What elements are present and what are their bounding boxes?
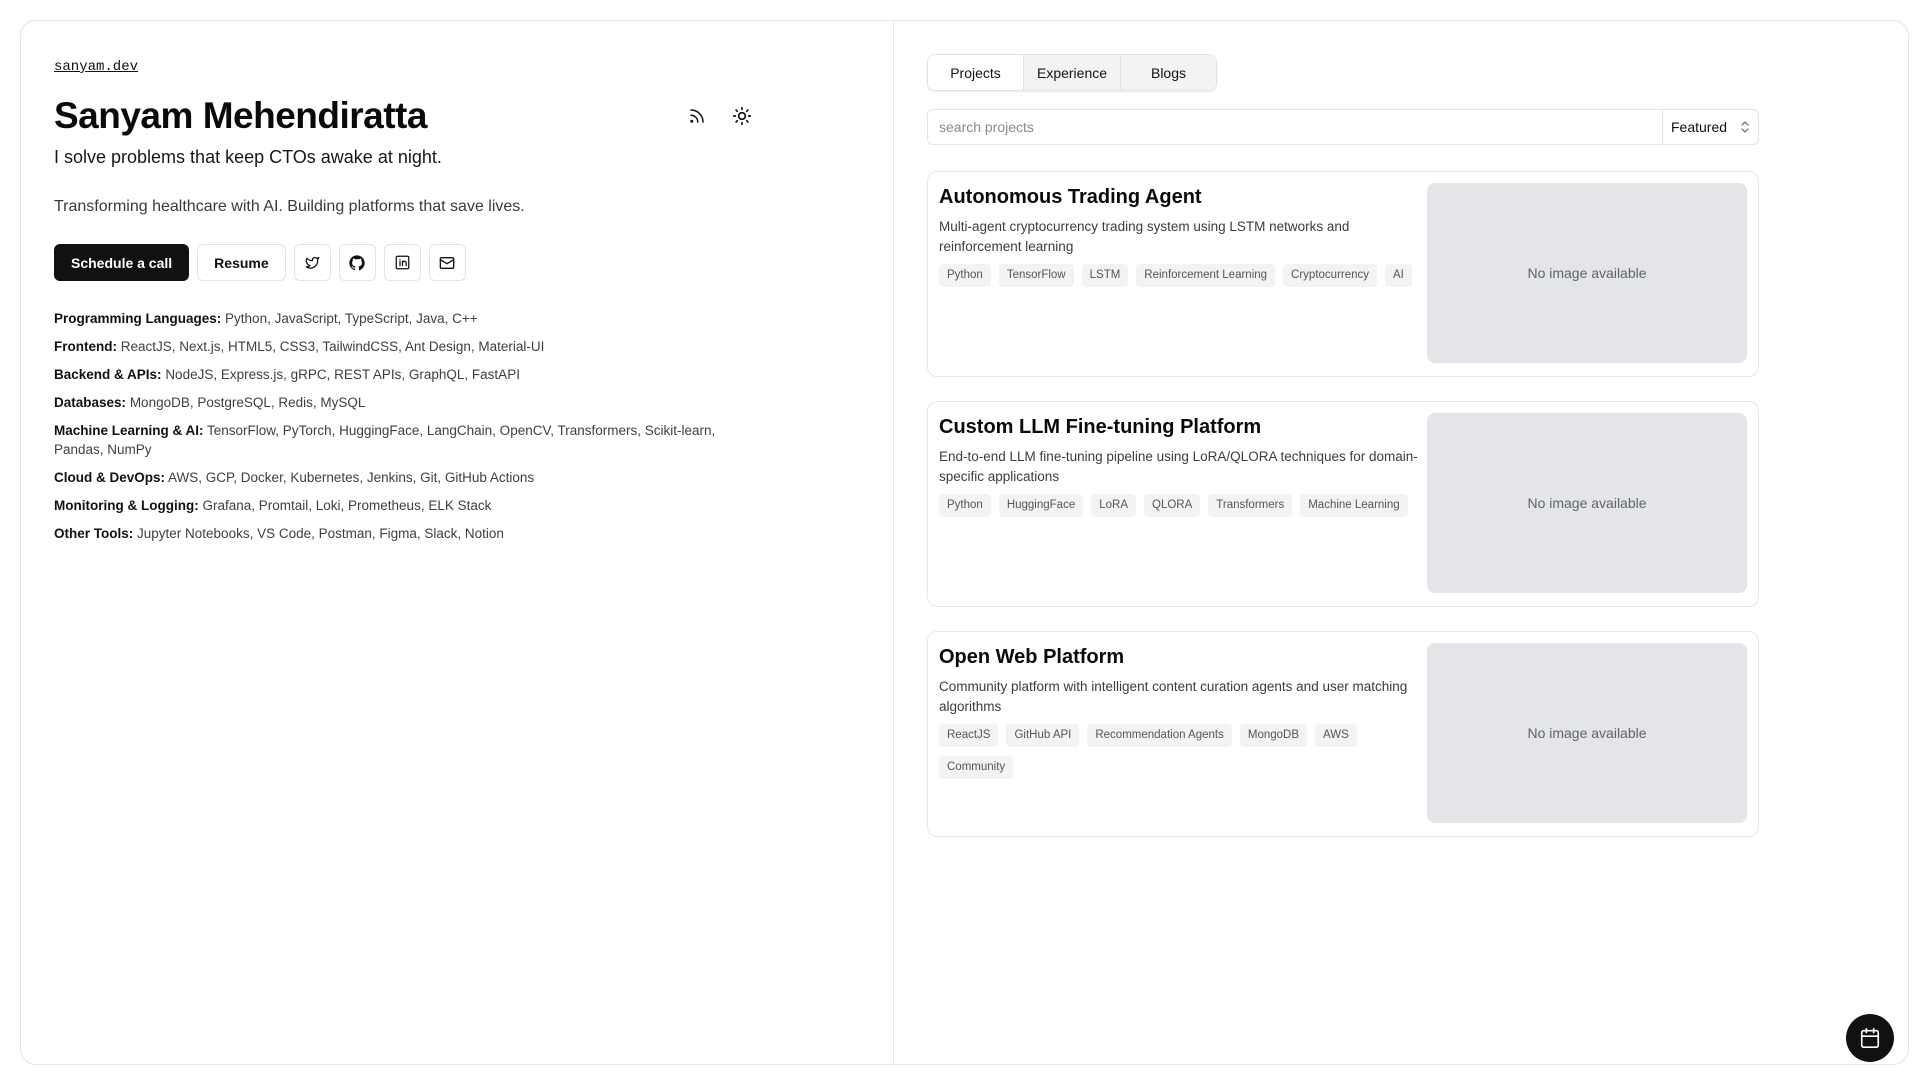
action-bar: Schedule a call Resume — [54, 244, 860, 281]
skill-item: Frontend: ReactJS, Next.js, HTML5, CSS3,… — [54, 339, 545, 354]
tag-list: Python HuggingFace LoRA QLORA Transforme… — [939, 494, 1419, 517]
tag: ReactJS — [939, 724, 999, 747]
skill-item: Other Tools: Jupyter Notebooks, VS Code,… — [54, 526, 504, 541]
tag: Recommendation Agents — [1087, 724, 1232, 747]
schedule-call-button[interactable]: Schedule a call — [54, 244, 190, 281]
tag-list: Python TensorFlow LSTM Reinforcement Lea… — [939, 264, 1419, 287]
chevrons-up-down-icon — [1740, 121, 1750, 133]
title-row: Sanyam Mehendiratta — [54, 95, 860, 137]
resume-button[interactable]: Resume — [197, 244, 286, 281]
rss-icon — [688, 107, 706, 125]
sort-selected: Featured — [1671, 119, 1728, 135]
skill-item: Backend & APIs: NodeJS, Express.js, gRPC… — [54, 367, 520, 382]
mail-icon — [439, 255, 455, 271]
project-list: Autonomous Trading Agent Multi-agent cry… — [927, 171, 1908, 837]
calendar-icon — [1859, 1027, 1881, 1049]
rss-button[interactable] — [684, 103, 710, 129]
project-description: End-to-end LLM fine-tuning pipeline usin… — [939, 449, 1418, 484]
skill-item: Monitoring & Logging: Grafana, Promtail,… — [54, 498, 492, 513]
project-card[interactable]: Custom LLM Fine-tuning Platform End-to-e… — [927, 401, 1759, 607]
search-input[interactable] — [928, 110, 1662, 144]
theme-toggle-button[interactable] — [729, 103, 755, 129]
tag: Reinforcement Learning — [1136, 264, 1276, 287]
tagline: I solve problems that keep CTOs awake at… — [54, 147, 442, 167]
tag: GitHub API — [1006, 724, 1080, 747]
tag-list: ReactJS GitHub API Recommendation Agents… — [939, 724, 1419, 779]
project-image-placeholder: No image available — [1427, 413, 1747, 593]
project-image-placeholder: No image available — [1427, 183, 1747, 363]
tag: HuggingFace — [998, 494, 1084, 517]
project-description: Multi-agent cryptocurrency trading syste… — [939, 219, 1350, 254]
tag: Cryptocurrency — [1283, 264, 1378, 287]
calendar-fab-button[interactable] — [1846, 1014, 1894, 1062]
tag: LoRA — [1091, 494, 1136, 517]
skill-item: Programming Languages: Python, JavaScrip… — [54, 311, 478, 326]
tag: AWS — [1315, 724, 1357, 747]
github-icon — [349, 254, 365, 271]
tab-projects[interactable]: Projects — [928, 55, 1023, 90]
project-description: Community platform with intelligent cont… — [939, 679, 1408, 714]
tag: MongoDB — [1239, 724, 1307, 747]
subline: Transforming healthcare with AI. Buildin… — [54, 198, 525, 215]
tab-experience[interactable]: Experience — [1023, 55, 1120, 90]
tag: Python — [939, 264, 991, 287]
profile-panel: sanyam.dev Sanyam Mehendiratta I solve p… — [21, 21, 894, 1064]
tab-bar: Projects Experience Blogs — [927, 54, 1217, 91]
search-bar: Featured — [927, 109, 1759, 145]
tag: LSTM — [1081, 264, 1129, 287]
project-card[interactable]: Open Web Platform Community platform wit… — [927, 631, 1759, 837]
page-frame: sanyam.dev Sanyam Mehendiratta I solve p… — [20, 20, 1909, 1065]
tag: Transformers — [1208, 494, 1293, 517]
site-link[interactable]: sanyam.dev — [54, 59, 138, 75]
twitter-button[interactable] — [293, 244, 331, 281]
tag: Machine Learning — [1300, 494, 1408, 517]
skills-list: Programming Languages: Python, JavaScrip… — [54, 309, 734, 543]
sort-select[interactable]: Featured — [1662, 110, 1758, 144]
project-image-placeholder: No image available — [1427, 643, 1747, 823]
tag: QLORA — [1144, 494, 1201, 517]
tag: TensorFlow — [998, 264, 1074, 287]
linkedin-icon — [395, 255, 410, 270]
github-button[interactable] — [338, 244, 376, 281]
tag: Community — [939, 756, 1014, 779]
tag: AI — [1385, 264, 1412, 287]
project-card[interactable]: Autonomous Trading Agent Multi-agent cry… — [927, 171, 1759, 377]
tab-blogs[interactable]: Blogs — [1120, 55, 1216, 90]
tag: Python — [939, 494, 991, 517]
linkedin-button[interactable] — [383, 244, 421, 281]
sun-icon — [732, 106, 752, 126]
skill-item: Machine Learning & AI: TensorFlow, PyTor… — [54, 423, 716, 457]
skill-item: Cloud & DevOps: AWS, GCP, Docker, Kubern… — [54, 470, 535, 485]
content-panel: Projects Experience Blogs Featured Auton… — [894, 21, 1908, 1064]
email-button[interactable] — [428, 244, 466, 281]
skill-item: Databases: MongoDB, PostgreSQL, Redis, M… — [54, 395, 366, 410]
twitter-icon — [305, 255, 320, 270]
